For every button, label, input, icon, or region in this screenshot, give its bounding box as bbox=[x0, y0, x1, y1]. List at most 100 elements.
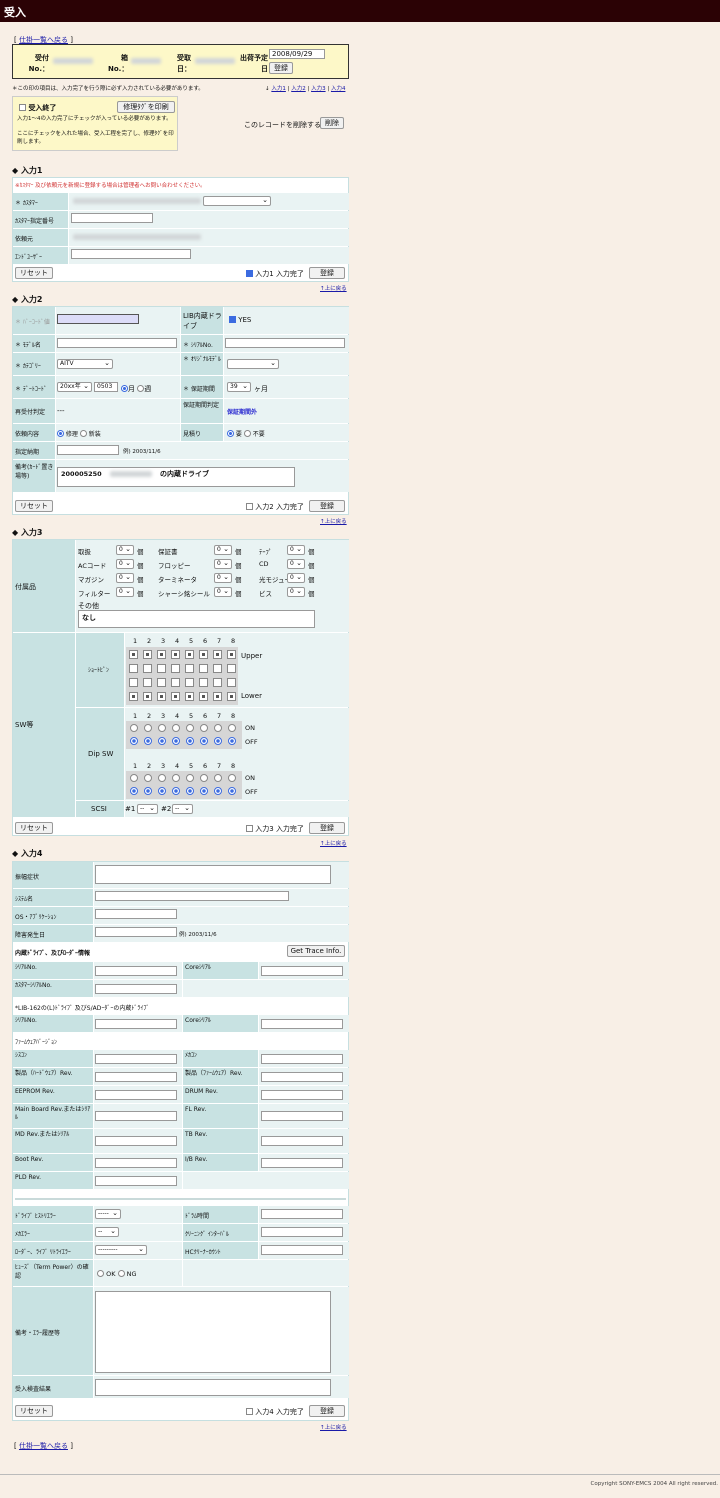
fault-date-input[interactable] bbox=[95, 927, 177, 937]
short-pin-cell[interactable] bbox=[157, 678, 166, 687]
short-pin-cell[interactable] bbox=[143, 650, 152, 659]
to-top-link-4[interactable]: ↑上に戻る bbox=[320, 1423, 347, 1431]
jump-link-1[interactable]: 入力1 bbox=[271, 86, 286, 92]
dip-radio[interactable] bbox=[158, 737, 166, 745]
loader-err-select[interactable]: --------- bbox=[95, 1245, 147, 1255]
dip-radio[interactable] bbox=[186, 724, 194, 732]
row-input[interactable] bbox=[95, 965, 177, 976]
dip-radio[interactable] bbox=[200, 787, 208, 795]
short-pin-cell[interactable] bbox=[171, 664, 180, 673]
dip-radio[interactable] bbox=[214, 774, 222, 782]
dip-radio[interactable] bbox=[172, 737, 180, 745]
dip-radio[interactable] bbox=[144, 774, 152, 782]
short-pin-cell[interactable] bbox=[157, 650, 166, 659]
short-pin-cell[interactable] bbox=[185, 692, 194, 701]
need-radio[interactable] bbox=[227, 430, 234, 437]
dip-radio[interactable] bbox=[228, 737, 236, 745]
accessory-qty-select[interactable]: 0 bbox=[287, 545, 305, 555]
accessory-qty-select[interactable]: 0 bbox=[116, 573, 134, 583]
row-input-right[interactable] bbox=[261, 1018, 343, 1029]
row-input[interactable] bbox=[95, 1053, 177, 1064]
dip-radio[interactable] bbox=[172, 787, 180, 795]
to-top-link-3[interactable]: ↑上に戻る bbox=[320, 839, 347, 847]
to-top-link-1[interactable]: ↑上に戻る bbox=[320, 284, 347, 292]
short-pin-cell[interactable] bbox=[129, 650, 138, 659]
lib-checkbox[interactable] bbox=[229, 316, 236, 323]
dip-radio[interactable] bbox=[172, 724, 180, 732]
short-pin-cell[interactable] bbox=[227, 692, 236, 701]
mecha-err-select[interactable]: -- bbox=[95, 1227, 119, 1237]
dip-radio[interactable] bbox=[214, 724, 222, 732]
row-input[interactable] bbox=[95, 1089, 177, 1100]
accessory-qty-select[interactable]: 0 bbox=[287, 559, 305, 569]
model-input[interactable] bbox=[57, 338, 177, 348]
remarks-textarea[interactable]: 200005250 の内蔵ドライブ bbox=[57, 467, 295, 487]
dip-radio[interactable] bbox=[144, 787, 152, 795]
short-pin-cell[interactable] bbox=[199, 692, 208, 701]
section1-reset-button[interactable]: リセット bbox=[15, 267, 53, 279]
row-input-right[interactable] bbox=[261, 1157, 343, 1168]
short-pin-cell[interactable] bbox=[143, 664, 152, 673]
system-input[interactable] bbox=[95, 891, 289, 901]
short-pin-cell[interactable] bbox=[171, 692, 180, 701]
row-input-right[interactable] bbox=[261, 1111, 343, 1121]
dip-radio[interactable] bbox=[158, 774, 166, 782]
year-select[interactable]: 20xx年 bbox=[57, 382, 92, 392]
short-pin-cell[interactable] bbox=[129, 664, 138, 673]
scsi1-select[interactable]: -- bbox=[137, 804, 158, 814]
short-pin-cell[interactable] bbox=[213, 650, 222, 659]
warranty-select[interactable]: 39 bbox=[227, 382, 251, 392]
section2-register-button[interactable]: 登録 bbox=[309, 500, 345, 512]
os-input[interactable] bbox=[95, 909, 177, 919]
dip-radio[interactable] bbox=[214, 787, 222, 795]
dip-radio[interactable] bbox=[214, 737, 222, 745]
orig-model-select[interactable] bbox=[227, 359, 279, 369]
drum-time-input[interactable] bbox=[261, 1209, 343, 1219]
section4-done-checkbox[interactable] bbox=[246, 1408, 253, 1415]
dip-radio[interactable] bbox=[130, 737, 138, 745]
short-pin-cell[interactable] bbox=[199, 678, 208, 687]
short-pin-cell[interactable] bbox=[185, 678, 194, 687]
dip-radio[interactable] bbox=[158, 724, 166, 732]
accessory-qty-select[interactable]: 0 bbox=[116, 545, 134, 555]
inspection-textarea[interactable] bbox=[95, 1379, 331, 1396]
row-input[interactable] bbox=[95, 983, 177, 994]
row-input-right[interactable] bbox=[261, 1089, 343, 1100]
back-link[interactable]: 仕掛一覧へ戻る bbox=[19, 36, 68, 44]
short-pin-cell[interactable] bbox=[171, 650, 180, 659]
short-pin-cell[interactable] bbox=[213, 678, 222, 687]
dip-radio[interactable] bbox=[158, 787, 166, 795]
ship-date-register-button[interactable]: 登録 bbox=[269, 62, 293, 74]
ng-radio[interactable] bbox=[117, 1270, 125, 1277]
dip-radio[interactable] bbox=[144, 737, 152, 745]
short-pin-cell[interactable] bbox=[143, 692, 152, 701]
dip-radio[interactable] bbox=[144, 724, 152, 732]
cleaning-input[interactable] bbox=[261, 1227, 343, 1237]
short-pin-cell[interactable] bbox=[227, 664, 236, 673]
section4-register-button[interactable]: 登録 bbox=[309, 1405, 345, 1417]
accessory-qty-select[interactable]: 0 bbox=[214, 573, 232, 583]
section3-register-button[interactable]: 登録 bbox=[309, 822, 345, 834]
end-user-input[interactable] bbox=[71, 249, 191, 259]
short-pin-cell[interactable] bbox=[199, 650, 208, 659]
row-input-right[interactable] bbox=[261, 1053, 343, 1064]
section3-reset-button[interactable]: リセット bbox=[15, 822, 53, 834]
short-pin-cell[interactable] bbox=[129, 678, 138, 687]
short-pin-cell[interactable] bbox=[157, 692, 166, 701]
short-pin-cell[interactable] bbox=[213, 692, 222, 701]
short-pin-cell[interactable] bbox=[227, 678, 236, 687]
customer-no-input[interactable] bbox=[71, 213, 153, 223]
short-pin-cell[interactable] bbox=[185, 650, 194, 659]
barcode-input[interactable] bbox=[57, 314, 139, 324]
dip-radio[interactable] bbox=[130, 774, 138, 782]
other-textarea[interactable]: なし bbox=[78, 610, 315, 628]
dip-radio[interactable] bbox=[186, 774, 194, 782]
dip-radio[interactable] bbox=[228, 724, 236, 732]
row-input[interactable] bbox=[95, 1111, 177, 1121]
row-input[interactable] bbox=[95, 1175, 177, 1186]
dip-radio[interactable] bbox=[130, 724, 138, 732]
row-input-right[interactable] bbox=[261, 965, 343, 976]
row-input[interactable] bbox=[95, 1071, 177, 1082]
ship-date-input[interactable]: 2008/09/29 bbox=[269, 49, 325, 59]
drive-history-select[interactable]: ----- bbox=[95, 1209, 121, 1219]
